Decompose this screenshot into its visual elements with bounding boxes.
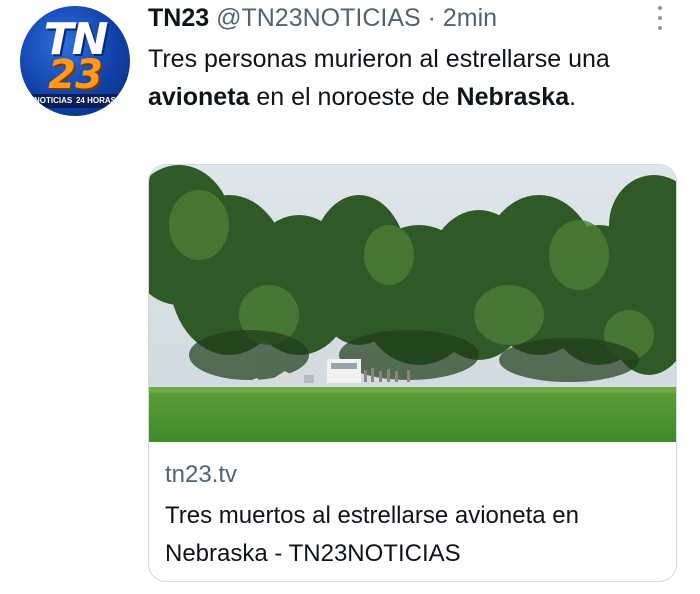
avatar[interactable]: TN 23 NOTICIAS 24 HORAS bbox=[20, 6, 130, 116]
tweet-header: TN23 @TN23NOTICIAS · 2min bbox=[148, 4, 497, 33]
tweet-text-part: Tres personas murieron al estrellarse un… bbox=[148, 45, 610, 73]
more-vertical-icon[interactable] bbox=[654, 6, 666, 30]
header-separator: · bbox=[420, 4, 443, 32]
more-dot bbox=[658, 6, 662, 10]
tweet-text-part: . bbox=[569, 83, 577, 111]
grass-stripe bbox=[149, 387, 676, 393]
truck bbox=[327, 359, 361, 383]
grass-field bbox=[149, 387, 676, 442]
card-title[interactable]: Tres muertos al estrellarse avioneta en … bbox=[165, 497, 665, 573]
author-name[interactable]: TN23 bbox=[148, 4, 209, 32]
avatar-strip-left: NOTICIAS bbox=[34, 96, 73, 105]
tweet-text-part: en el noroeste de bbox=[249, 83, 457, 111]
link-card[interactable]: tn23.tv Tres muertos al estrellarse avio… bbox=[148, 164, 677, 582]
card-meta: tn23.tv Tres muertos al estrellarse avio… bbox=[165, 461, 665, 573]
card-image[interactable] bbox=[149, 165, 676, 442]
truck-window bbox=[331, 363, 357, 369]
tweet-text-bold: Nebraska bbox=[456, 83, 570, 111]
card-domain[interactable]: tn23.tv bbox=[165, 461, 665, 489]
avatar-strip-right: 24 HORAS bbox=[75, 96, 116, 105]
author-handle[interactable]: @TN23NOTICIAS bbox=[216, 4, 421, 32]
avatar-strip: NOTICIAS 24 HORAS bbox=[20, 94, 130, 108]
more-dot bbox=[658, 16, 662, 20]
more-dot bbox=[658, 26, 662, 30]
tweet-text: Tres personas murieron al estrellarse un… bbox=[148, 40, 668, 116]
tweet-time[interactable]: 2min bbox=[443, 4, 497, 32]
avatar-logo-23: 23 bbox=[48, 52, 103, 98]
tweet-text-bold: avioneta bbox=[148, 83, 250, 111]
